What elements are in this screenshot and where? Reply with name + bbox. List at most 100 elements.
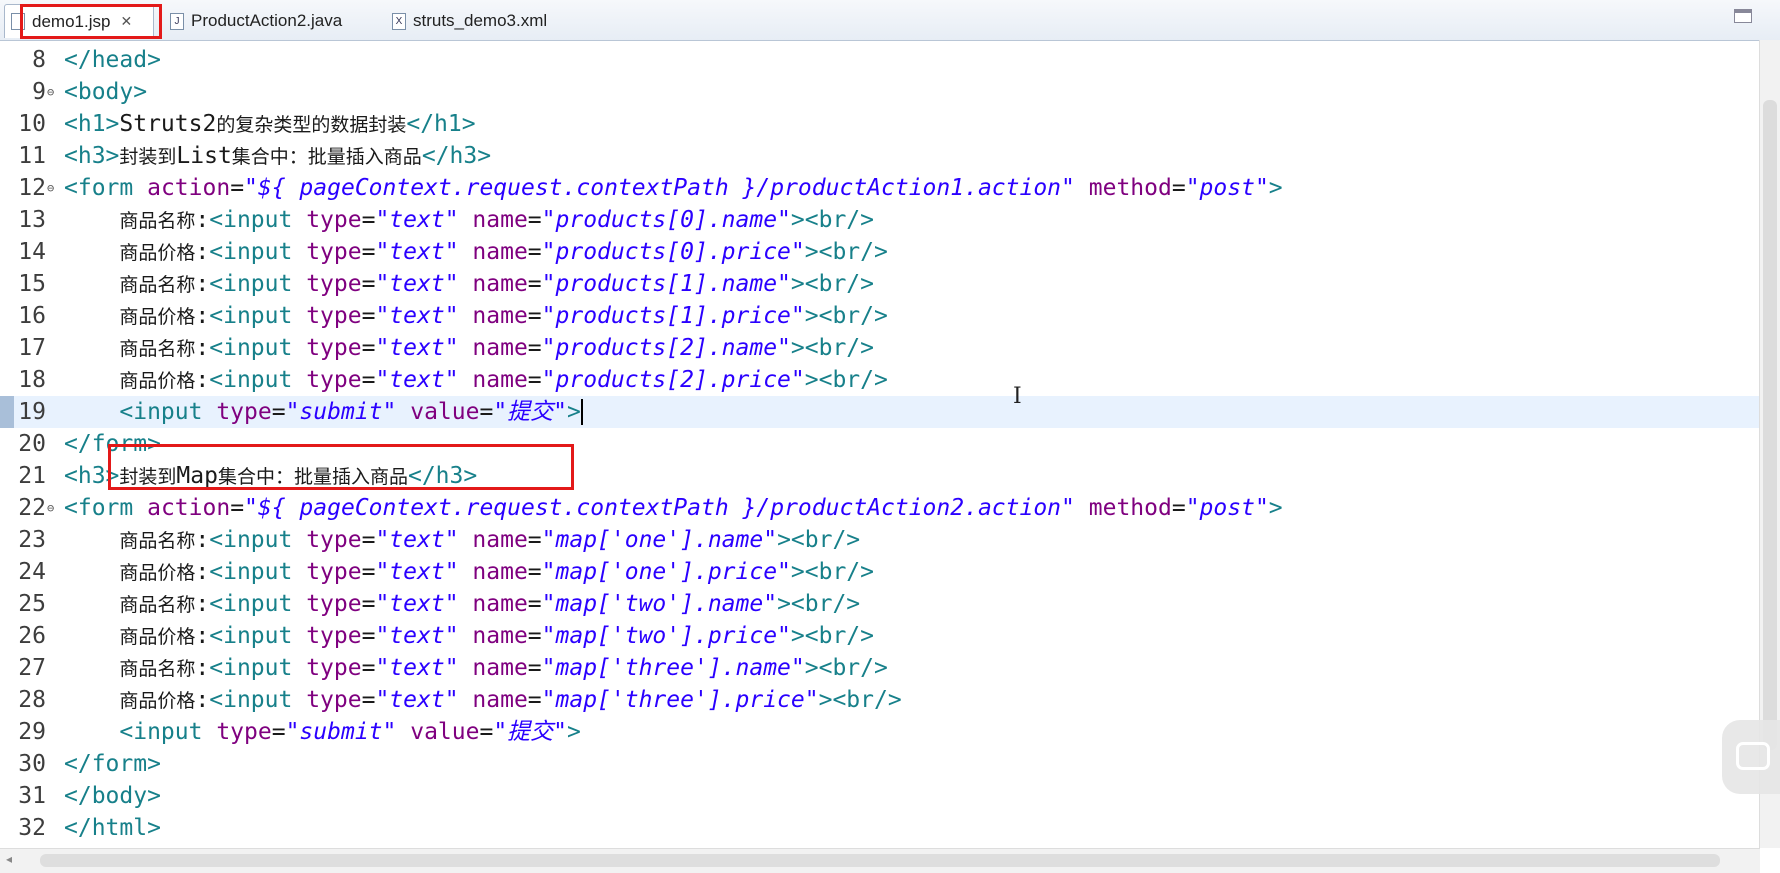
code-token: "submit" bbox=[285, 399, 397, 425]
fold-toggle-icon[interactable]: ⊖ bbox=[47, 492, 54, 524]
code-line[interactable]: 27 商品名称:<input type="text" name="map['th… bbox=[0, 652, 1760, 684]
code-token: </form> bbox=[64, 431, 161, 457]
fold-toggle-icon[interactable]: ⊖ bbox=[47, 76, 54, 108]
line-number: 27 bbox=[18, 655, 46, 681]
code-line[interactable]: 23 商品名称:<input type="text" name="map['on… bbox=[0, 524, 1760, 556]
video-player-overlay[interactable] bbox=[1722, 720, 1780, 794]
horizontal-scroll-thumb[interactable] bbox=[40, 854, 1720, 867]
code-line[interactable]: 20 </form> bbox=[0, 428, 1760, 460]
code-token: <input bbox=[209, 367, 307, 393]
code-token: name bbox=[472, 239, 528, 265]
line-number: 19 bbox=[18, 399, 46, 425]
code-line[interactable]: 24 商品价格:<input type="text" name="map['on… bbox=[0, 556, 1760, 588]
code-token: 集合中：批量插入商品 bbox=[231, 146, 422, 168]
code-token: = bbox=[230, 495, 245, 521]
code-token: method bbox=[1088, 495, 1172, 521]
line-number: 16 bbox=[18, 303, 46, 329]
scroll-left-icon[interactable]: ◂ bbox=[6, 852, 12, 866]
code-token: </form> bbox=[64, 751, 161, 777]
code-editor[interactable]: 8 </head> 9 ⊖ <body> 10 <h1>Struts2的复杂类型的数据封装<… bbox=[0, 40, 1760, 848]
vertical-scroll-thumb[interactable] bbox=[1763, 100, 1777, 750]
code-token: 商品名称 bbox=[119, 274, 196, 296]
tab-productaction2-java[interactable]: J ProductAction2.java bbox=[170, 4, 342, 38]
code-text: <h1>Struts2的复杂类型的数据封装</h1> bbox=[64, 108, 476, 141]
code-token: = bbox=[527, 335, 542, 361]
code-token: "text" bbox=[375, 655, 459, 681]
line-number: 12 bbox=[18, 175, 46, 201]
code-line[interactable]: 28 商品价格:<input type="text" name="map['th… bbox=[0, 684, 1760, 716]
code-token: "products[2].name" bbox=[541, 335, 791, 361]
code-line[interactable]: 10 <h1>Struts2的复杂类型的数据封装</h1> bbox=[0, 108, 1760, 140]
tab-demo1-jsp[interactable]: demo1.jsp ✕ bbox=[4, 4, 154, 38]
code-line[interactable]: 26 商品价格:<input type="text" name="map['tw… bbox=[0, 620, 1760, 652]
code-line[interactable]: 12 ⊖ <form action="${ pageContext.request.… bbox=[0, 172, 1760, 204]
code-token: 的复杂类型的数据封装 bbox=[216, 114, 407, 136]
code-line[interactable]: 11 <h3>封装到List集合中：批量插入商品</h3> bbox=[0, 140, 1760, 172]
code-token: <form bbox=[64, 175, 148, 201]
code-line[interactable]: 18 商品价格:<input type="text" name="product… bbox=[0, 364, 1760, 396]
code-token: = bbox=[527, 367, 542, 393]
code-line[interactable]: 15 商品名称:<input type="text" name="product… bbox=[0, 268, 1760, 300]
code-token: type bbox=[306, 623, 362, 649]
code-line[interactable]: 16 商品价格:<input type="text" name="product… bbox=[0, 300, 1760, 332]
code-line[interactable]: 21 <h3>封装到Map集合中：批量插入商品</h3> bbox=[0, 460, 1760, 492]
code-line[interactable]: 29 <input type="submit" value="提交"> bbox=[0, 716, 1760, 748]
code-token: type bbox=[306, 687, 362, 713]
tab-struts-demo3-xml[interactable]: X struts_demo3.xml bbox=[392, 4, 547, 38]
code-token: <input bbox=[209, 559, 307, 585]
fold-toggle-icon[interactable]: ⊖ bbox=[47, 172, 54, 204]
code-token: = bbox=[527, 239, 542, 265]
code-line[interactable]: 8 </head> bbox=[0, 44, 1760, 76]
code-token: <input bbox=[209, 271, 307, 297]
code-token: 商品价格 bbox=[119, 562, 196, 584]
code-line[interactable]: 17 商品名称:<input type="text" name="product… bbox=[0, 332, 1760, 364]
code-token: <input bbox=[209, 303, 307, 329]
code-line[interactable]: 9 ⊖ <body> bbox=[0, 76, 1760, 108]
code-token: type bbox=[306, 271, 362, 297]
code-token: = bbox=[527, 527, 542, 553]
code-token: = bbox=[361, 559, 376, 585]
code-token: type bbox=[306, 303, 362, 329]
code-line[interactable]: 30 </form> bbox=[0, 748, 1760, 780]
code-token: = bbox=[230, 175, 245, 201]
code-token: "map['three'].name" bbox=[541, 655, 805, 681]
code-token: ><br/> bbox=[804, 367, 888, 393]
code-line[interactable]: 14 商品价格:<input type="text" name="product… bbox=[0, 236, 1760, 268]
code-text: 商品名称:<input type="text" name="products[1… bbox=[64, 268, 874, 301]
tab-label: ProductAction2.java bbox=[191, 11, 343, 30]
code-token: ><br/> bbox=[804, 655, 888, 681]
code-token: "products[1].name" bbox=[541, 271, 791, 297]
code-line[interactable]: 32 </html> bbox=[0, 812, 1760, 844]
code-token: "${ pageContext.request.contextPath }/pr… bbox=[244, 175, 1075, 201]
line-number: 21 bbox=[18, 463, 46, 489]
code-line[interactable]: 13 商品名称:<input type="text" name="product… bbox=[0, 204, 1760, 236]
code-token: : bbox=[195, 623, 210, 649]
code-text: <body> bbox=[64, 76, 147, 108]
code-token: 商品价格 bbox=[119, 690, 196, 712]
maximize-icon[interactable] bbox=[1734, 9, 1752, 23]
code-token: "post" bbox=[1185, 495, 1269, 521]
code-line[interactable]: 31 </body> bbox=[0, 780, 1760, 812]
code-line[interactable]: 22 ⊖ <form action="${ pageContext.request.… bbox=[0, 492, 1760, 524]
code-token: "text" bbox=[375, 207, 459, 233]
code-token: "map['three'].price" bbox=[541, 687, 819, 713]
close-icon[interactable]: ✕ bbox=[120, 13, 132, 30]
code-token: ><br/> bbox=[790, 271, 874, 297]
horizontal-scrollbar[interactable]: ◂ bbox=[0, 848, 1760, 873]
code-text: <form action="${ pageContext.request.con… bbox=[64, 172, 1283, 204]
code-token: type bbox=[216, 719, 272, 745]
code-line[interactable]: 25 商品名称:<input type="text" name="map['tw… bbox=[0, 588, 1760, 620]
line-number: 24 bbox=[18, 559, 46, 585]
code-line[interactable]: 19 <input type="submit" value="提交"> bbox=[0, 396, 1760, 428]
code-text: </form> bbox=[64, 748, 161, 780]
code-token: 商品名称 bbox=[119, 658, 196, 680]
code-token: 商品名称 bbox=[119, 530, 196, 552]
code-text: 商品名称:<input type="text" name="products[0… bbox=[64, 204, 874, 237]
